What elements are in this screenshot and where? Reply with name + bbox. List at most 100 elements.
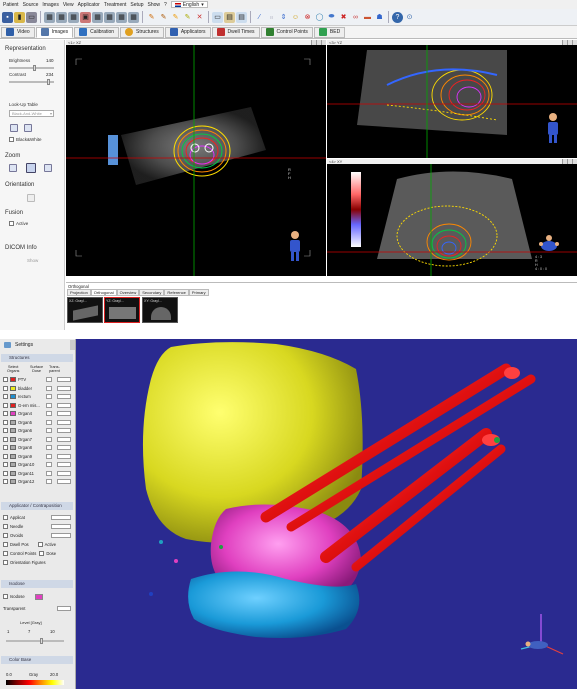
tab-dwell-times[interactable]: Dwell Times [211, 26, 260, 38]
strip-tab-primary[interactable]: Primary [188, 289, 209, 296]
ovoids-checkbox[interactable]: Ovoids [3, 532, 73, 539]
surface-dose-toggle[interactable] [46, 436, 52, 442]
erase-icon[interactable]: ✕ [194, 12, 205, 23]
thumbnail-xz[interactable]: XZ: Grayl... [67, 297, 103, 323]
settings-scrollbar[interactable] [70, 340, 75, 350]
dose-checkbox[interactable] [39, 551, 45, 556]
paste-icon[interactable] [24, 124, 32, 132]
organ-row[interactable]: bladder [3, 385, 73, 392]
organ-color-swatch[interactable] [10, 470, 16, 476]
surface-dose-toggle[interactable] [46, 445, 52, 450]
zoom-fit-icon[interactable] [26, 163, 36, 173]
surface-dose-toggle[interactable] [46, 411, 52, 416]
seed-icon[interactable]: ⬬ [326, 12, 337, 23]
organ-color-swatch[interactable] [10, 385, 16, 391]
figure-icon[interactable]: ☗ [374, 12, 385, 23]
menu-help[interactable]: ? [164, 2, 167, 8]
grid-icon[interactable]: ⁝⁝ [266, 12, 277, 23]
organ-row[interactable]: Organ10 [3, 461, 73, 468]
menu-source[interactable]: Source [23, 2, 39, 8]
organ-color-swatch[interactable] [10, 394, 16, 399]
organ-row[interactable]: Organ9 [3, 453, 73, 460]
isodose-checkbox[interactable]: Isodose [3, 593, 73, 600]
lock-icon[interactable]: ▮ [14, 11, 25, 23]
dicom-show-button[interactable]: Show [27, 258, 38, 263]
thumbnail-xy[interactable]: XY: Grayl... [142, 297, 178, 323]
organ-row[interactable]: G-ern mis... [3, 402, 73, 409]
strip-tab-secondary[interactable]: Secondary [139, 289, 165, 296]
view-3d[interactable] [76, 339, 577, 689]
surface-dose-toggle[interactable] [46, 394, 52, 399]
catheter-icon[interactable]: ▬ [362, 12, 373, 23]
needle-icon[interactable]: ⁄ [254, 12, 265, 23]
checkbox-box[interactable] [3, 515, 8, 520]
black-white-checkbox[interactable]: Black&White [9, 137, 42, 143]
arrows-icon[interactable]: ⇕ [278, 12, 289, 23]
menu-view[interactable]: View [63, 2, 74, 8]
applicat-slider[interactable] [51, 515, 71, 520]
layout-icon[interactable]: ▦ [56, 11, 67, 23]
tab-video[interactable]: Video [1, 26, 35, 38]
tab-structures[interactable]: Structures [120, 26, 164, 38]
organ-select-checkbox[interactable] [3, 479, 8, 484]
brightness-slider-knob[interactable] [33, 65, 36, 71]
menu-treatment[interactable]: Treatment [104, 2, 127, 8]
transparency-slider[interactable] [57, 462, 71, 467]
surface-dose-toggle[interactable] [46, 479, 52, 484]
organ-select-checkbox[interactable] [3, 462, 8, 467]
orientation-icon[interactable] [27, 194, 35, 202]
tab-control-points[interactable]: Control Points [260, 26, 313, 38]
organ-row[interactable]: rectum [3, 393, 73, 400]
strip-tab-overview[interactable]: Overview [116, 289, 140, 296]
transparency-slider[interactable] [57, 428, 71, 433]
organ-select-checkbox[interactable] [3, 436, 8, 442]
surface-dose-toggle[interactable] [46, 419, 52, 425]
checkbox-box[interactable] [3, 542, 8, 547]
transparency-slider[interactable] [57, 479, 71, 484]
layout-icon[interactable]: ▦ [104, 11, 115, 23]
checkbox-box[interactable] [3, 560, 8, 565]
import-icon[interactable]: ▤ [224, 11, 235, 23]
surface-dose-toggle[interactable] [46, 470, 52, 476]
tab-calibration[interactable]: Calibration [74, 26, 120, 38]
ovoids-slider[interactable] [51, 533, 71, 538]
organ-color-swatch[interactable] [10, 479, 16, 484]
control-points-checkbox[interactable]: Control Points Dose [3, 550, 73, 557]
dose-icon[interactable]: ✖ [338, 12, 349, 23]
zoom-in-icon[interactable] [9, 164, 17, 172]
menu-images[interactable]: Images [42, 2, 58, 8]
contrast-slider-knob[interactable] [47, 79, 50, 85]
transparency-slider[interactable] [57, 394, 71, 399]
transparency-slider[interactable] [57, 402, 71, 408]
transparency-slider[interactable] [57, 453, 71, 459]
view-xz[interactable]: <1> XZ R F H [66, 40, 326, 276]
tab-applicators[interactable]: Applicators [164, 26, 211, 38]
organ-row[interactable]: Organ8 [3, 444, 73, 451]
strip-tab-reference[interactable]: Reference [164, 289, 189, 296]
dwell-active-checkbox[interactable] [37, 542, 43, 547]
info-icon[interactable]: ⊙ [404, 12, 415, 23]
organ-row[interactable]: PTV [3, 376, 73, 383]
checkbox-box[interactable] [3, 594, 8, 599]
needle-checkbox[interactable]: Needle [3, 523, 73, 530]
view-xy[interactable]: <4> XY 4 : 3 R H 4 : 0 : 0 [327, 159, 577, 276]
orientation-figures-checkbox[interactable]: Orientation Figures [3, 559, 73, 566]
organ-select-checkbox[interactable] [3, 445, 8, 450]
ring-icon[interactable]: ◯ [314, 12, 325, 23]
color-base-header[interactable]: Color Base [1, 656, 73, 664]
tab-bed[interactable]: BED [313, 26, 346, 38]
surface-dose-toggle[interactable] [46, 428, 52, 433]
screen-icon[interactable]: ▭ [212, 11, 223, 23]
level-slider-knob[interactable] [40, 638, 43, 644]
transparency-slider[interactable] [57, 419, 71, 425]
surface-dose-toggle[interactable] [46, 402, 52, 408]
brush-icon[interactable]: ✎ [158, 12, 169, 23]
organ-color-swatch[interactable] [10, 445, 16, 450]
organ-select-checkbox[interactable] [3, 419, 8, 425]
transparency-slider[interactable] [57, 385, 71, 391]
layout-icon[interactable]: ▣ [80, 11, 91, 23]
applicat-checkbox[interactable]: Applicat [3, 514, 73, 521]
transparency-slider[interactable] [57, 436, 71, 442]
layout-icon[interactable]: ▦ [68, 11, 79, 23]
isodose-color-swatch[interactable] [34, 593, 43, 600]
